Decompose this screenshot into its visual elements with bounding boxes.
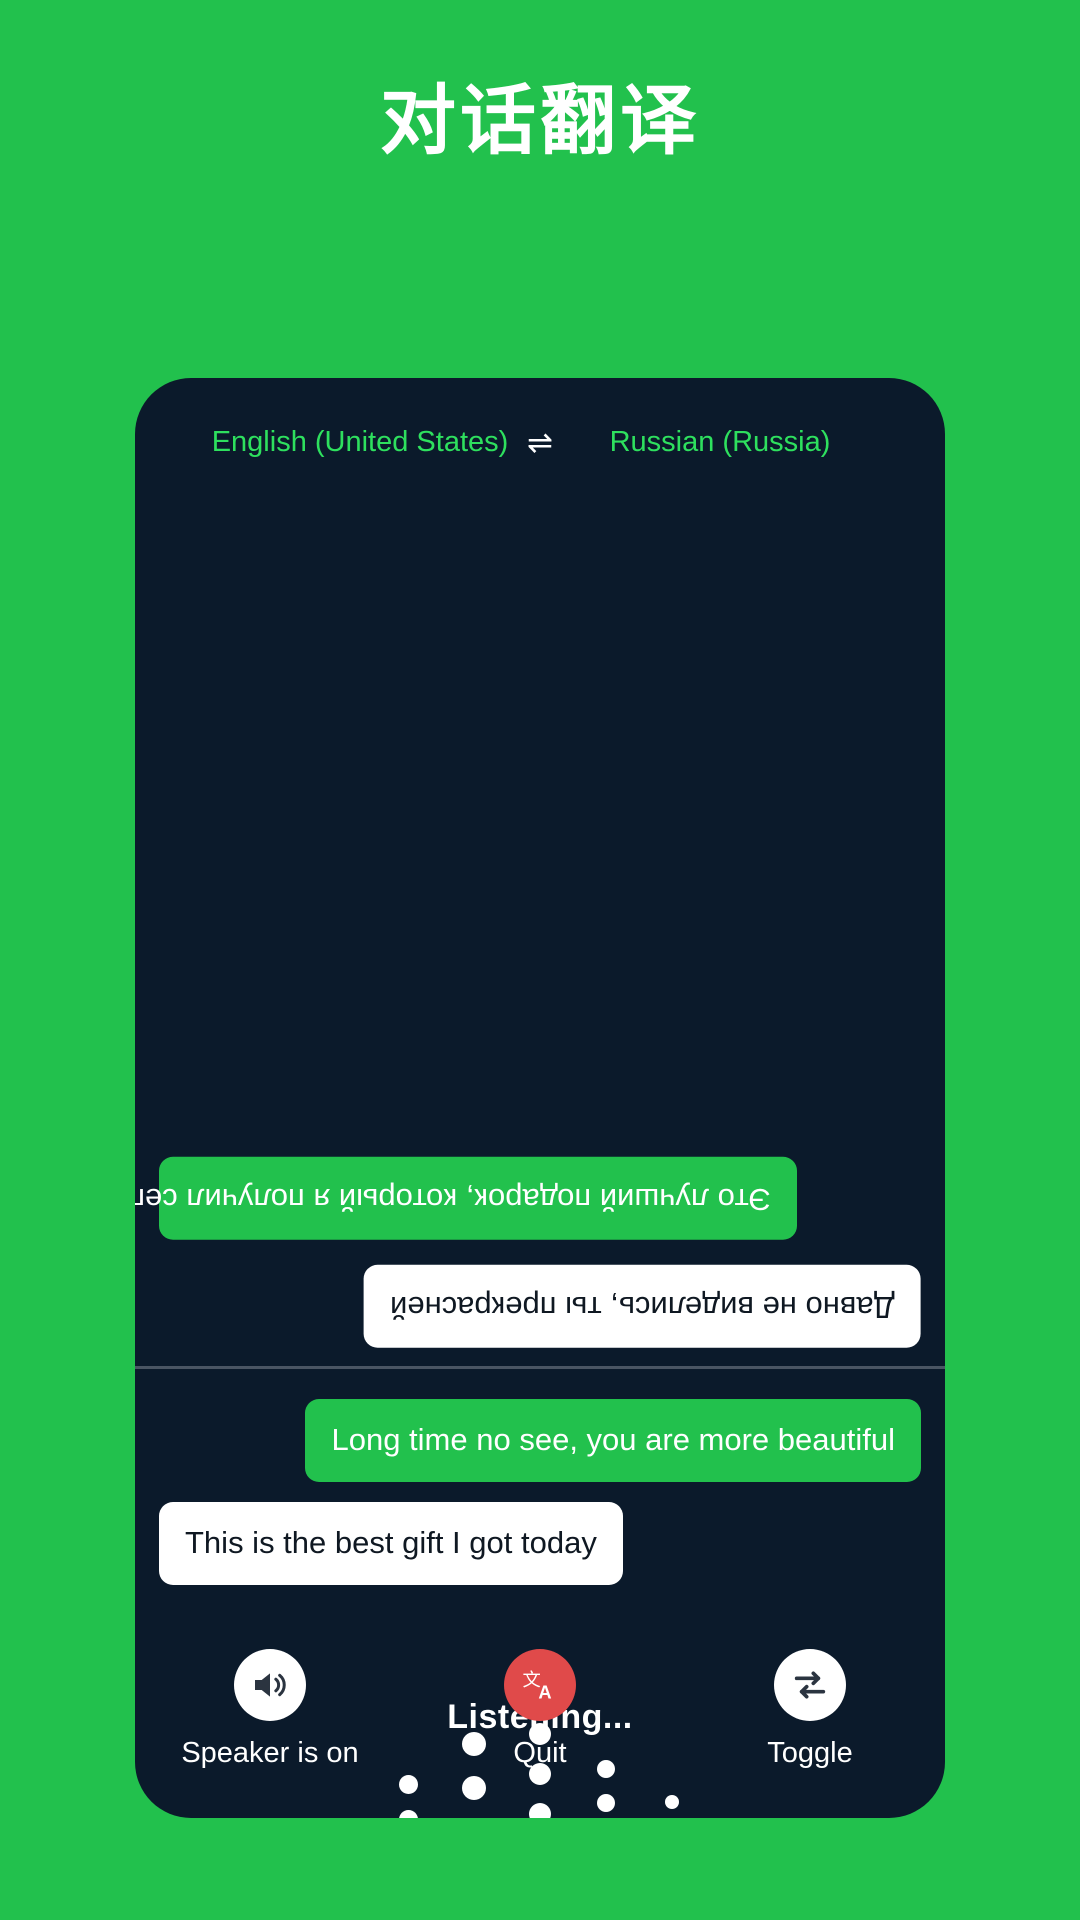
message-row: Long time no see, you are more beautiful xyxy=(159,1399,921,1482)
phone-card: English (United States) ⇌ Russian (Russi… xyxy=(135,378,945,1818)
message-row: Давно не виделись, ты прекрасней xyxy=(159,1265,921,1348)
speaker-toggle-button[interactable]: Speaker is on xyxy=(135,1649,405,1770)
language-bar: English (United States) ⇌ Russian (Russi… xyxy=(135,410,945,474)
svg-text:A: A xyxy=(538,1681,551,1702)
speaker-on-icon xyxy=(234,1649,306,1721)
message-bubble-white[interactable]: This is the best gift I got today xyxy=(159,1501,623,1585)
swap-horizontal-icon[interactable]: ⇌ xyxy=(510,427,570,458)
waveform-column xyxy=(375,1767,441,1818)
waveform-dot xyxy=(529,1803,551,1818)
quit-button[interactable]: 文 A Quit xyxy=(405,1649,675,1770)
waveform-dot xyxy=(398,1774,418,1794)
message-bubble-white[interactable]: Давно не виделись, ты прекрасней xyxy=(364,1265,921,1348)
audio-waveform xyxy=(135,1723,945,1819)
translate-icon: 文 A xyxy=(504,1649,576,1721)
waveform-dot xyxy=(398,1809,418,1818)
message-bubble-green[interactable]: Long time no see, you are more beautiful xyxy=(305,1399,921,1482)
waveform-dot xyxy=(597,1794,615,1812)
source-language-selector[interactable]: English (United States) xyxy=(210,426,510,459)
target-language-selector[interactable]: Russian (Russia) xyxy=(570,426,870,459)
waveform-dot xyxy=(462,1776,486,1800)
quit-label: Quit xyxy=(513,1737,567,1769)
page-title: 对话翻译 xyxy=(380,79,700,164)
app-root: { "page": { "title": "对话翻译", "background… xyxy=(0,0,1080,1920)
message-bubble-green[interactable]: Это лучший подарок, который я получил се… xyxy=(135,1156,797,1240)
control-bar: Speaker is on 文 A Quit Toggle xyxy=(135,1649,945,1770)
swap-repeat-icon xyxy=(774,1649,846,1721)
toggle-button[interactable]: Toggle xyxy=(675,1649,945,1770)
toggle-label: Toggle xyxy=(767,1737,853,1769)
waveform-column xyxy=(309,1814,375,1819)
conversation-pane-top: Это лучший подарок, который я получил се… xyxy=(135,488,945,1366)
speaker-toggle-label: Speaker is on xyxy=(181,1737,359,1769)
message-row: Это лучший подарок, который я получил се… xyxy=(135,1156,921,1240)
waveform-column xyxy=(639,1789,705,1818)
waveform-dot xyxy=(665,1795,679,1809)
message-row: This is the best gift I got today xyxy=(159,1501,921,1585)
